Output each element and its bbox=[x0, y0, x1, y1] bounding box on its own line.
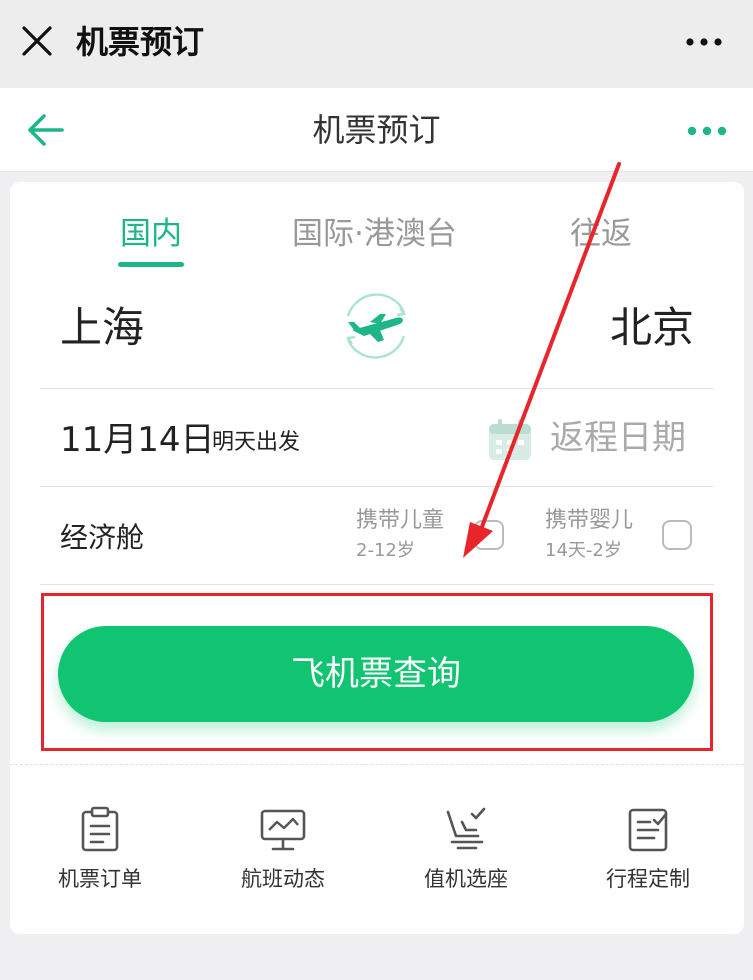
quick-action-label: 值机选座 bbox=[424, 867, 508, 891]
active-tab-indicator bbox=[118, 262, 184, 267]
page-header: 机票预订 bbox=[0, 88, 753, 172]
cabin-class-selector[interactable]: 经济舱 bbox=[60, 518, 144, 558]
tab-domestic[interactable]: 国内 bbox=[120, 212, 182, 256]
calendar-icon[interactable] bbox=[486, 418, 534, 462]
edit-list-icon bbox=[628, 808, 668, 852]
departure-date[interactable]: 11月14日 bbox=[60, 416, 215, 464]
booking-card: 国内 国际·港澳台 往返 上海 北京 11月14日 明天出发 返程日期 经济舱 … bbox=[10, 182, 744, 934]
quick-action-flight-status[interactable]: 航班动态 bbox=[203, 800, 363, 900]
highlight-annotation-box bbox=[41, 593, 713, 751]
departure-date-hint: 明天出发 bbox=[212, 430, 301, 455]
infant-option-label: 携带婴儿 bbox=[545, 508, 634, 533]
monitor-chart-icon bbox=[260, 809, 306, 851]
return-date-field[interactable]: 返程日期 bbox=[550, 414, 686, 462]
page-title: 机票预订 bbox=[312, 111, 441, 149]
more-menu-icon[interactable] bbox=[687, 124, 727, 138]
departure-city[interactable]: 上海 bbox=[60, 300, 144, 356]
quick-action-label: 航班动态 bbox=[241, 867, 325, 891]
more-icon[interactable] bbox=[685, 34, 723, 50]
quick-action-label: 机票订单 bbox=[58, 867, 142, 891]
child-checkbox[interactable] bbox=[474, 520, 504, 550]
swap-cities-plane-icon[interactable] bbox=[334, 284, 418, 368]
window-title-bar: 机票预订 bbox=[0, 0, 753, 88]
arrival-city[interactable]: 北京 bbox=[610, 300, 694, 356]
clipboard-icon bbox=[81, 806, 119, 852]
dashed-divider bbox=[10, 764, 744, 765]
window-title: 机票预订 bbox=[76, 23, 205, 61]
quick-action-itinerary[interactable]: 行程定制 bbox=[568, 800, 728, 900]
tab-international[interactable]: 国际·港澳台 bbox=[292, 212, 457, 256]
tab-round-trip[interactable]: 往返 bbox=[570, 212, 632, 256]
quick-action-orders[interactable]: 机票订单 bbox=[20, 800, 180, 900]
divider bbox=[40, 584, 714, 585]
child-option-label: 携带儿童 bbox=[356, 508, 445, 533]
divider bbox=[40, 388, 714, 389]
seat-icon bbox=[446, 807, 486, 850]
child-age-range: 2-12岁 bbox=[356, 540, 415, 561]
infant-checkbox[interactable] bbox=[662, 520, 692, 550]
quick-action-label: 行程定制 bbox=[606, 867, 690, 891]
quick-action-check-in[interactable]: 值机选座 bbox=[386, 800, 546, 900]
infant-age-range: 14天-2岁 bbox=[545, 540, 622, 561]
divider bbox=[40, 486, 714, 487]
close-icon[interactable] bbox=[20, 24, 54, 58]
